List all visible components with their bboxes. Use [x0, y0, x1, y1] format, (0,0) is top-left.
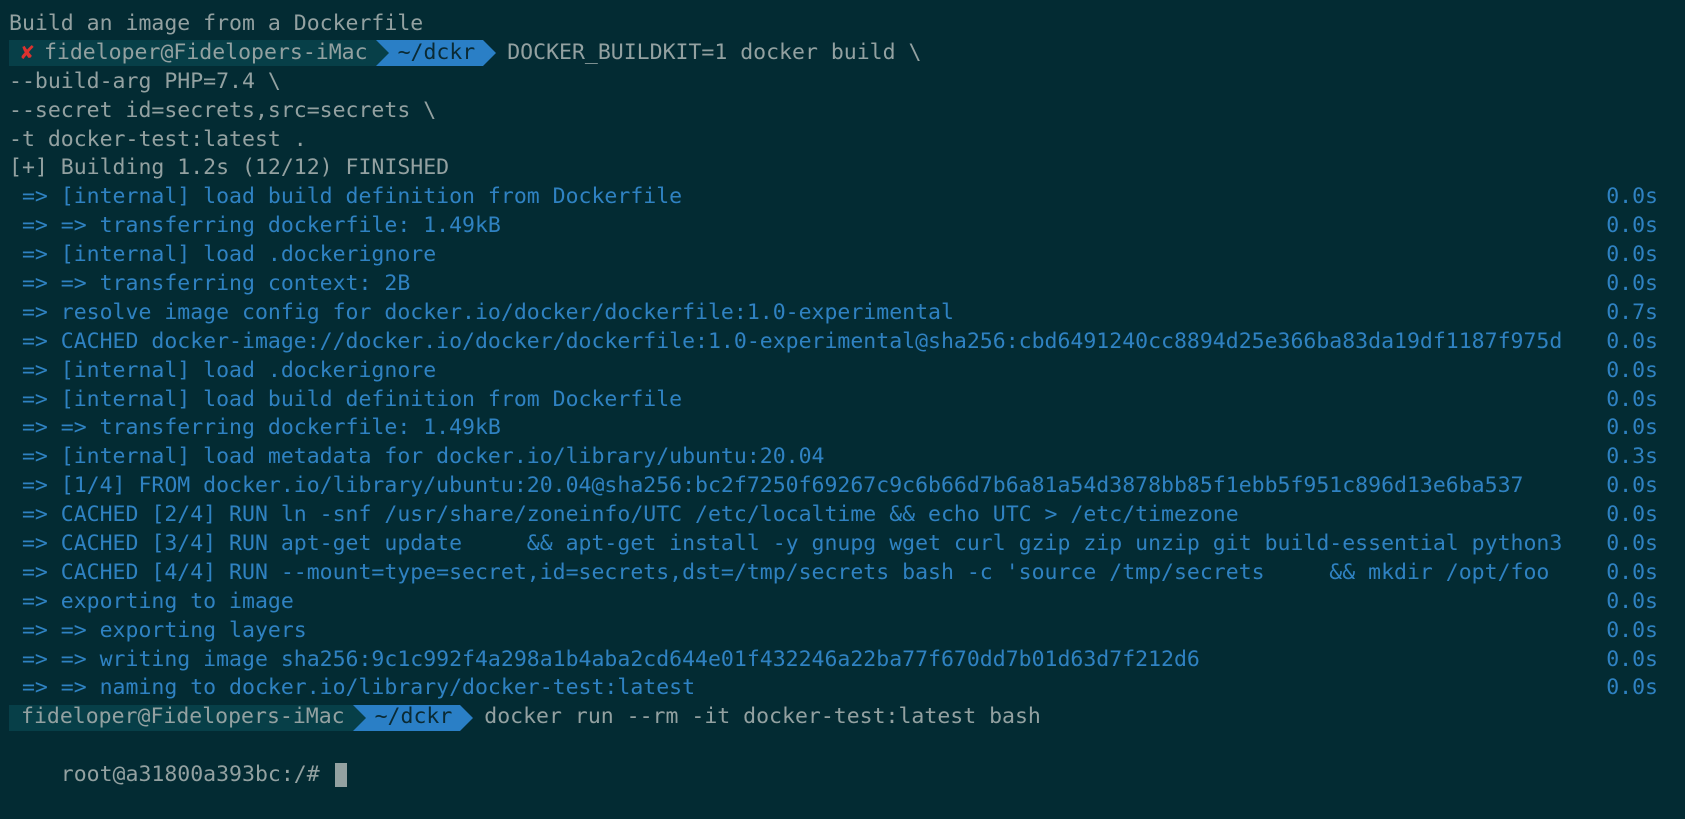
build-step-row: => => transferring context: 2B 0.0s [0, 270, 1685, 299]
build-step-text: => exporting to image [9, 588, 294, 614]
build-step-row: => => transferring dockerfile: 1.49kB 0.0… [0, 414, 1685, 443]
build-step-text: => => transferring context: 2B [9, 271, 411, 297]
prompt-dir-segment: ~/dckr [375, 39, 497, 67]
prompt-dir-segment: ~/dckr [352, 704, 474, 731]
build-step-time: 0.0s [1606, 617, 1658, 643]
prompt-command: DOCKER_BUILDKIT=1 docker build \ [507, 39, 922, 65]
text-cursor[interactable] [334, 763, 347, 788]
build-step-time: 0.0s [1606, 646, 1658, 672]
segment-arrow [460, 704, 474, 731]
prompt-user-host: fideloper@Fidelopers-iMac [21, 704, 345, 730]
build-step-text: => [internal] load .dockerignore [9, 357, 437, 383]
build-steps: => [internal] load build definition from… [0, 183, 1685, 703]
build-step-time: 0.0s [1606, 473, 1658, 499]
build-step-row: => [internal] load build definition from… [0, 386, 1685, 415]
build-step-text: => CACHED [4/4] RUN --mount=type=secret,… [9, 559, 1550, 585]
build-step-row: => CACHED [2/4] RUN ln -snf /usr/share/z… [0, 501, 1685, 530]
build-step-time: 0.0s [1606, 271, 1658, 297]
build-step-time: 0.0s [1606, 357, 1658, 383]
build-step-time: 0.0s [1606, 213, 1658, 239]
prompt-line-2: fideloper@Fidelopers-iMac ~/dckr docker … [0, 703, 1685, 732]
build-step-time: 0.0s [1606, 588, 1658, 614]
build-step-text: => => writing image sha256:9c1c992f4a298… [9, 646, 1200, 672]
build-step-time: 0.0s [1606, 328, 1658, 354]
build-step-time: 0.3s [1606, 444, 1658, 470]
error-status-icon: ✘ [21, 39, 34, 65]
segment-arrow [375, 40, 389, 67]
prompt-user-segment: ✘ fideloper@Fidelopers-iMac [9, 39, 389, 67]
build-step-row: => => exporting layers 0.0s [0, 617, 1685, 646]
build-step-text: => => exporting layers [9, 617, 307, 643]
build-step-row: => exporting to image 0.0s [0, 588, 1685, 617]
build-step-text: => resolve image config for docker.io/do… [9, 299, 954, 325]
prompt-dir: ~/dckr [374, 704, 453, 730]
build-step-row: => => naming to docker.io/library/docker… [0, 674, 1685, 703]
command-continuation-line: -t docker-test:latest . [9, 126, 307, 152]
build-step-text: => => naming to docker.io/library/docker… [9, 675, 696, 701]
build-step-text: => [internal] load build definition from… [9, 386, 683, 412]
build-step-text: => [internal] load build definition from… [9, 184, 683, 210]
build-step-time: 0.0s [1606, 502, 1658, 528]
root-prompt-line[interactable]: root@a31800a393bc:/# [0, 732, 1685, 788]
build-step-time: 0.7s [1606, 299, 1658, 325]
build-step-row: => [internal] load build definition from… [0, 183, 1685, 212]
build-step-time: 0.0s [1606, 559, 1658, 585]
build-header: [+] Building 1.2s (12/12) FINISHED [9, 155, 450, 181]
build-step-row: => [1/4] FROM docker.io/library/ubuntu:2… [0, 472, 1685, 501]
build-step-time: 0.0s [1606, 415, 1658, 441]
build-step-row: => => writing image sha256:9c1c992f4a298… [0, 646, 1685, 675]
build-step-text: => CACHED [3/4] RUN apt-get update && ap… [9, 531, 1563, 557]
build-step-row: => [internal] load .dockerignore 0.0s [0, 241, 1685, 270]
build-step-text: => [1/4] FROM docker.io/library/ubuntu:2… [9, 473, 1524, 499]
build-step-text: => CACHED docker-image://docker.io/docke… [9, 328, 1563, 354]
prompt-user-segment: fideloper@Fidelopers-iMac [9, 704, 366, 731]
build-step-time: 0.0s [1606, 531, 1658, 557]
prompt-command: docker run --rm -it docker-test:latest b… [484, 704, 1041, 730]
prompt-line-1: ✘ fideloper@Fidelopers-iMac ~/dckr DOCKER… [0, 39, 1685, 68]
build-step-row: => CACHED docker-image://docker.io/docke… [0, 328, 1685, 357]
root-prompt: root@a31800a393bc:/# [60, 762, 333, 788]
build-step-row: => => transferring dockerfile: 1.49kB 0.0… [0, 212, 1685, 241]
build-step-row: => [internal] load .dockerignore 0.0s [0, 357, 1685, 386]
segment-arrow [352, 704, 366, 731]
command-continuations: --build-arg PHP=7.4 \ --secret id=secrets… [0, 68, 1685, 155]
command-continuation-line: --build-arg PHP=7.4 \ [9, 68, 281, 94]
heading-line: Build an image from a Dockerfile [9, 11, 424, 36]
build-step-time: 0.0s [1606, 242, 1658, 268]
build-step-row: => CACHED [3/4] RUN apt-get update && ap… [0, 530, 1685, 559]
build-step-row: => CACHED [4/4] RUN --mount=type=secret,… [0, 559, 1685, 588]
command-continuation-line: --secret id=secrets,src=secrets \ [9, 97, 437, 123]
build-step-time: 0.0s [1606, 184, 1658, 210]
prompt-user-host: fideloper@Fidelopers-iMac [43, 39, 368, 65]
build-step-text: => => transferring dockerfile: 1.49kB [9, 415, 501, 441]
prompt-dir: ~/dckr [397, 39, 476, 65]
build-step-text: => => transferring dockerfile: 1.49kB [9, 213, 501, 239]
build-step-row: => [internal] load metadata for docker.i… [0, 443, 1685, 472]
build-step-text: => [internal] load metadata for docker.i… [9, 444, 825, 470]
build-step-text: => [internal] load .dockerignore [9, 242, 437, 268]
build-step-time: 0.0s [1606, 386, 1658, 412]
terminal-window[interactable]: Build an image from a Dockerfile ✘ fidelo… [0, 0, 1685, 788]
build-step-text: => CACHED [2/4] RUN ln -snf /usr/share/z… [9, 502, 1239, 528]
segment-arrow [483, 40, 497, 67]
build-step-row: => resolve image config for docker.io/do… [0, 299, 1685, 328]
build-step-time: 0.0s [1606, 675, 1658, 701]
